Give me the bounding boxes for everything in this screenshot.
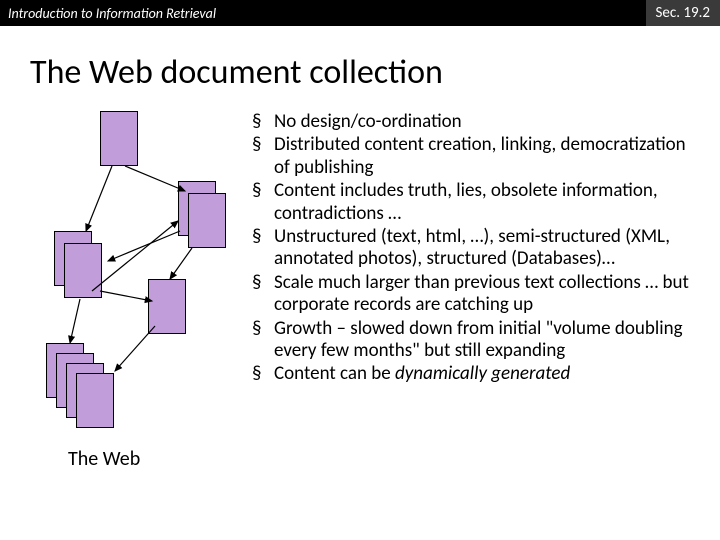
bullet-item: Distributed content creation, linking, d… [252,134,700,179]
doc-rect [76,373,114,428]
bullet-item: Growth – slowed down from initial "volum… [252,318,700,363]
header-right: Sec. 19.2 [646,0,720,26]
doc-rect [100,111,138,166]
diagram-caption: The Web [68,447,140,471]
bullet-item: Content includes truth, lies, obsolete i… [252,180,700,225]
header-bar: Introduction to Information Retrieval Se… [0,0,720,26]
bullet-list: No design/co-ordinationDistributed conte… [240,111,700,471]
content-area: The Web No design/co-ordinationDistribut… [0,111,720,471]
bullet-item: Unstructured (text, html, …), semi-struc… [252,226,700,271]
bullet-item: Content can be dynamically generated [252,363,700,385]
bullet-item: No design/co-ordination [252,111,700,133]
header-left: Introduction to Information Retrieval [8,5,216,22]
doc-rect [188,193,226,248]
bullet-item: Scale much larger than previous text col… [252,272,700,317]
doc-rect [64,243,102,298]
slide-title: The Web document collection [30,52,720,93]
doc-rect [148,279,186,334]
diagram: The Web [30,111,240,471]
